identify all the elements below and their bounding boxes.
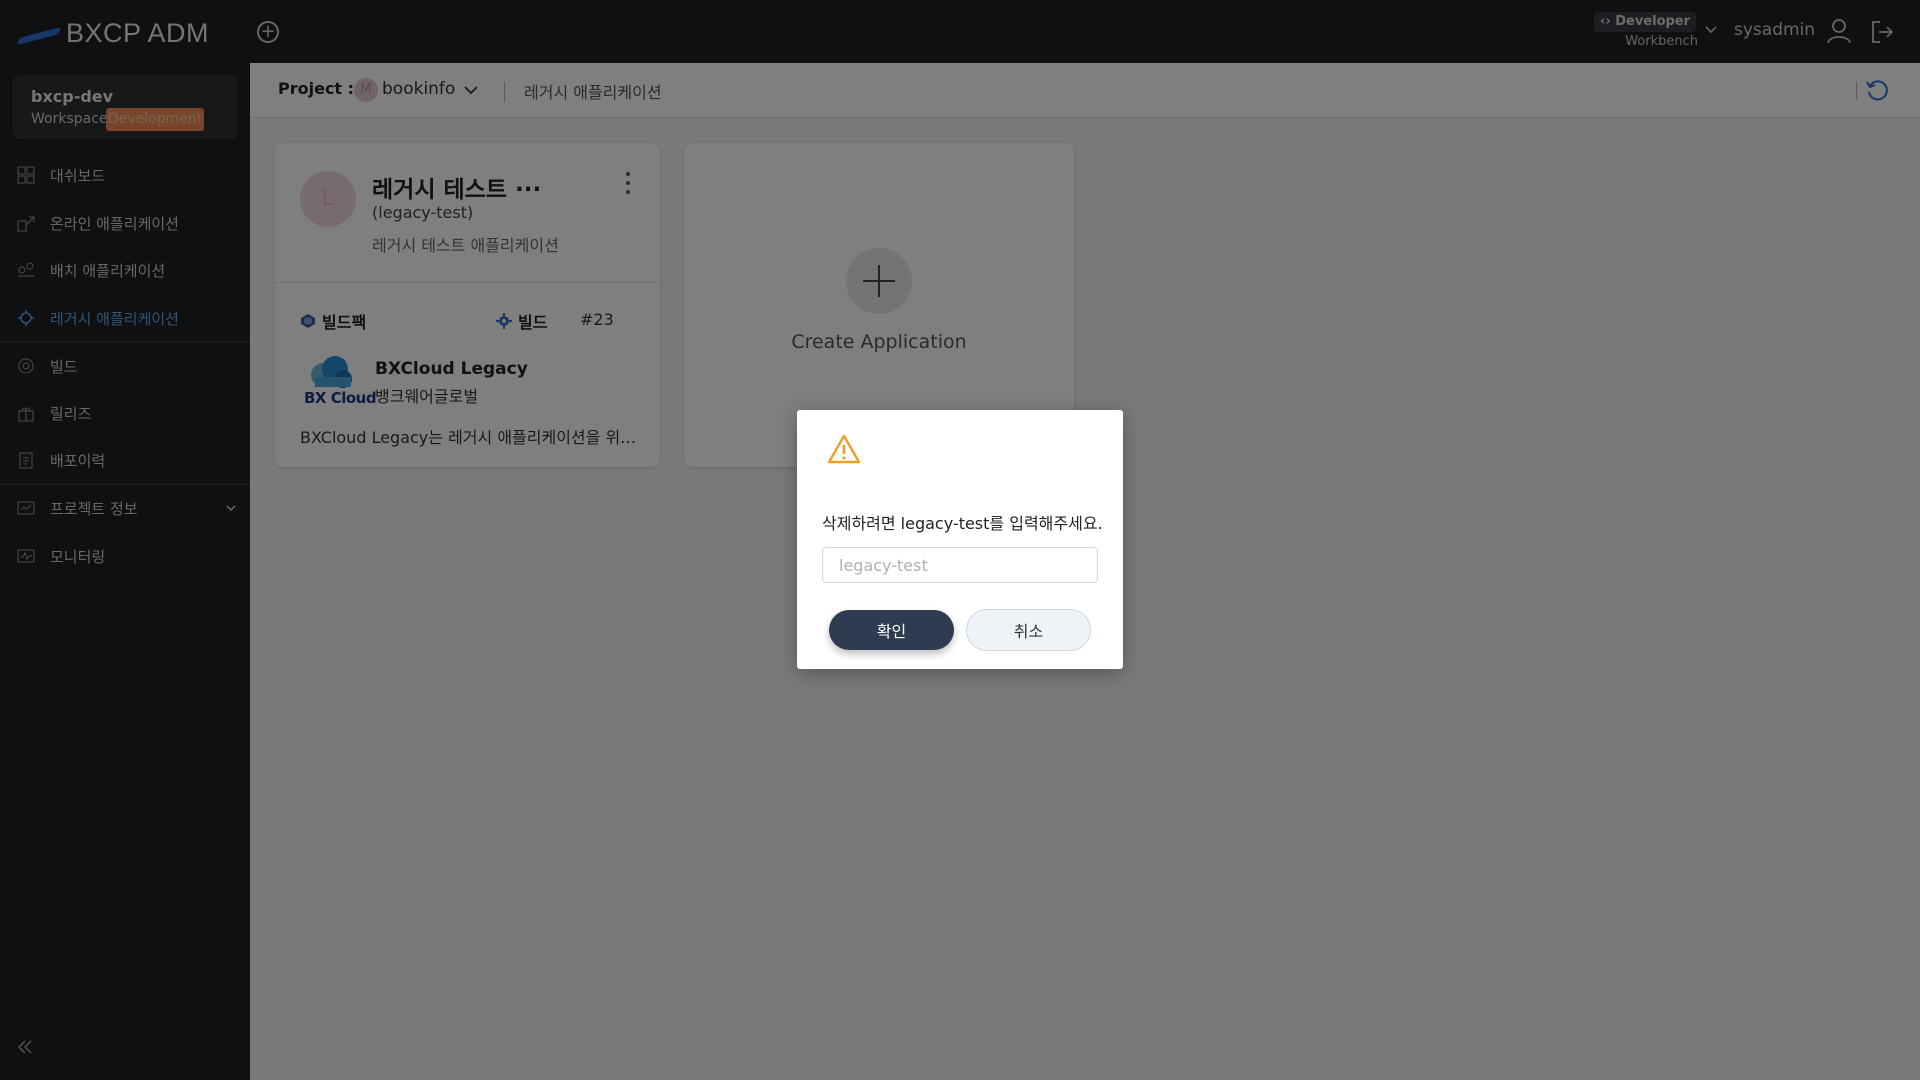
cancel-button[interactable]: 취소 [966,609,1091,651]
confirm-button[interactable]: 확인 [829,610,954,650]
confirm-name-input[interactable] [822,547,1098,583]
delete-confirm-dialog: 삭제하려면 legacy-test를 입력해주세요. 확인 취소 [797,410,1123,669]
dialog-message: 삭제하려면 legacy-test를 입력해주세요. [822,514,1103,533]
warning-icon [827,434,861,464]
